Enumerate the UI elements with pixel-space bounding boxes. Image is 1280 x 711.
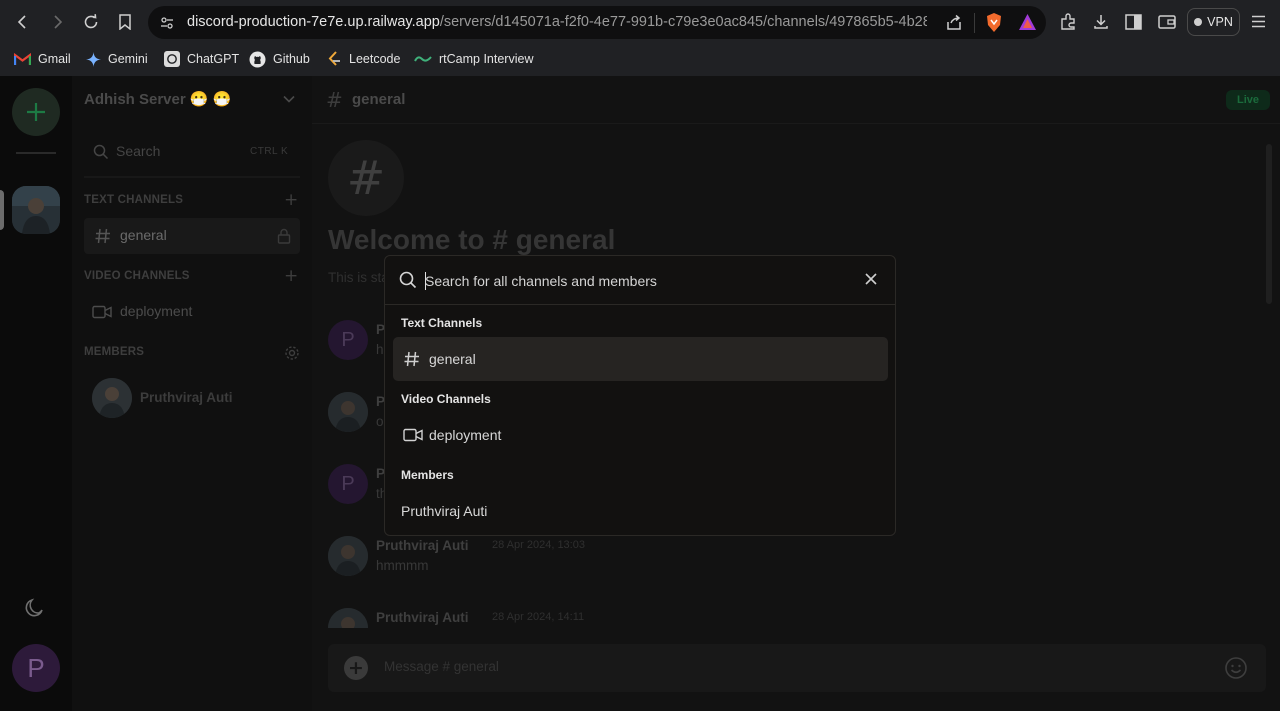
- share-icon[interactable]: [945, 14, 963, 32]
- bookmark-github[interactable]: Github: [249, 49, 310, 69]
- site-settings-icon[interactable]: [159, 15, 175, 31]
- result-label: Pruthviraj Auti: [401, 503, 488, 519]
- browser-toolbar: discord-production-7e7e.up.railway.app/s…: [0, 0, 1280, 44]
- browser-chrome: discord-production-7e7e.up.railway.app/s…: [0, 0, 1280, 76]
- search-dialog: Text Channels general Video Channels dep…: [384, 255, 896, 536]
- group-video-channels: Video Channels: [401, 392, 491, 406]
- dialog-search-row: [385, 256, 895, 305]
- reload-icon: [84, 14, 98, 29]
- vpn-status-icon: [1194, 18, 1203, 26]
- rtcamp-icon: [414, 56, 432, 62]
- back-button[interactable]: [9, 8, 37, 36]
- bookmark-label: ChatGPT: [187, 52, 240, 66]
- url-divider: [974, 13, 975, 33]
- bookmark-button[interactable]: [111, 8, 139, 36]
- search-icon: [399, 271, 417, 289]
- wallet-icon[interactable]: [1158, 14, 1176, 30]
- vpn-label: VPN: [1207, 15, 1233, 29]
- video-icon: [403, 428, 423, 442]
- result-label: deployment: [429, 427, 502, 443]
- dialog-search-input[interactable]: [425, 268, 855, 294]
- download-icon[interactable]: [1092, 13, 1110, 31]
- bookmark-label: Gemini: [108, 52, 148, 66]
- gemini-icon: [86, 51, 101, 67]
- brave-shield-icon[interactable]: [985, 12, 1003, 33]
- result-channel-deployment[interactable]: deployment: [393, 413, 888, 457]
- bookmarks-bar: Gmail Gemini ChatGPT Github Leetcode rtC…: [0, 44, 1280, 72]
- bookmark-label: Gmail: [38, 52, 71, 66]
- result-channel-general[interactable]: general: [393, 337, 888, 381]
- hash-icon: [404, 351, 419, 367]
- close-icon: [865, 273, 877, 285]
- extensions-icon[interactable]: [1059, 13, 1077, 31]
- reload-button[interactable]: [77, 8, 105, 36]
- result-member-pruthviraj[interactable]: Pruthviraj Auti: [393, 489, 888, 533]
- bookmark-leetcode[interactable]: Leetcode: [327, 49, 400, 69]
- arrow-right-icon: [54, 15, 63, 29]
- url-text: discord-production-7e7e.up.railway.app/s…: [187, 14, 927, 30]
- bookmark-label: Github: [273, 52, 310, 66]
- group-text-channels: Text Channels: [401, 316, 483, 330]
- chatgpt-icon: [164, 51, 180, 67]
- url-host: discord-production-7e7e.up.railway.app: [187, 14, 440, 30]
- result-label: general: [429, 351, 476, 367]
- bookmark-gmail[interactable]: Gmail: [14, 49, 71, 69]
- forward-button[interactable]: [43, 8, 71, 36]
- arrow-left-icon: [17, 15, 26, 29]
- bookmark-label: rtCamp Interview: [439, 52, 534, 66]
- bookmark-chatgpt[interactable]: ChatGPT: [164, 49, 239, 69]
- bookmark-gemini[interactable]: Gemini: [86, 49, 148, 69]
- url-path: /servers/d145071a-f2f0-4e77-991b-c79e3e0…: [439, 14, 927, 30]
- gmail-icon: [14, 52, 31, 65]
- close-dialog-button[interactable]: [864, 272, 878, 286]
- brave-rewards-icon[interactable]: [1018, 13, 1037, 31]
- leetcode-icon: [328, 50, 340, 66]
- group-members: Members: [401, 468, 454, 482]
- bookmark-rtcamp[interactable]: rtCamp Interview: [414, 49, 533, 69]
- menu-icon[interactable]: [1251, 15, 1266, 28]
- vpn-button[interactable]: VPN: [1187, 8, 1240, 36]
- address-bar[interactable]: discord-production-7e7e.up.railway.app/s…: [148, 6, 1046, 39]
- text-cursor: [425, 272, 426, 290]
- bookmark-label: Leetcode: [349, 52, 401, 66]
- sidebar-toggle-icon[interactable]: [1125, 14, 1142, 30]
- bookmark-icon: [119, 14, 131, 30]
- github-icon: [249, 51, 266, 67]
